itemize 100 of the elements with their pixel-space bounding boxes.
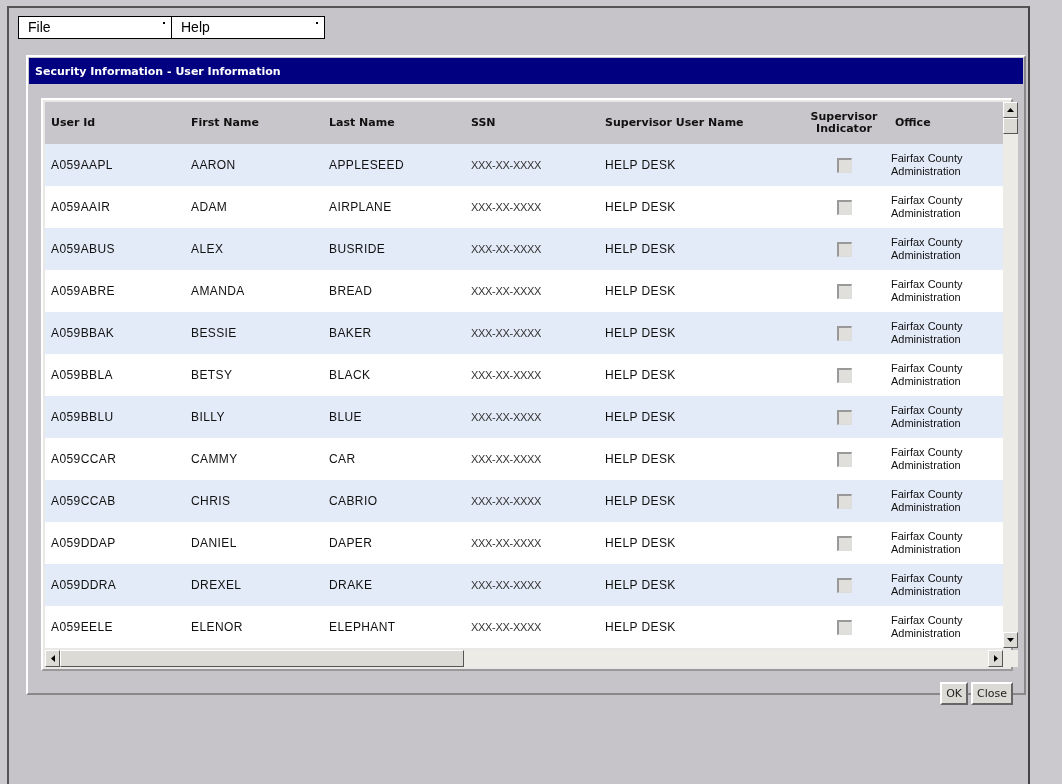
table-cell-text: BLACK [328,368,372,382]
column-header: Supervisor User Name [604,116,745,130]
table-cell-text: XXX-XX-XXXX [470,537,543,549]
table-cell-text: XXX-XX-XXXX [470,621,543,633]
checkbox[interactable] [836,367,852,383]
table-cell-text: XXX-XX-XXXX [470,159,543,171]
table-cell-text: A059AAIR [50,200,112,214]
table-cell-text: HELP DESK [604,242,677,256]
table-cell-text: A059AAPL [50,158,114,172]
table-cell-text: XXX-XX-XXXX [470,243,543,255]
table-cell-text: DAPER [328,536,374,550]
table-cell-text: AARON [190,158,237,172]
table-cell-text: CABRIO [328,494,379,508]
table-cell-text: ALEX [190,242,225,256]
down-arrow-icon [1007,638,1014,642]
table-cell-text: HELP DESK [604,452,677,466]
table-cell-text: HELP DESK [604,620,677,634]
table-cell-text: XXX-XX-XXXX [470,411,543,423]
left-arrow-icon [50,655,55,662]
scroll-thumb[interactable] [60,650,464,667]
table-cell-text: XXX-XX-XXXX [470,201,543,213]
menu[interactable]: Help [171,16,325,39]
table-cell-text: HELP DESK [604,578,677,592]
table-cell-text: A059BBLA [50,368,114,382]
table-cell-text: XXX-XX-XXXX [470,369,543,381]
table-cell-text: DANIEL [190,536,238,550]
checkbox[interactable] [836,283,852,299]
table-cell-text: AIRPLANE [328,200,393,214]
table-cell-text: XXX-XX-XXXX [470,327,543,339]
table-cell-text: HELP DESK [604,326,677,340]
table-cell-text: CHRIS [190,494,232,508]
table-cell-text: ELEPHANT [328,620,397,634]
table-cell-text: A059EELE [50,620,114,634]
checkbox[interactable] [836,199,852,215]
vertical-scrollbar[interactable] [1003,102,1018,648]
checkbox[interactable] [836,325,852,341]
column-header: Supervisor Indicator [809,110,879,136]
up-arrow-icon [1007,108,1014,112]
checkbox[interactable] [836,409,852,425]
checkbox[interactable] [836,577,852,593]
table-cell-text: Fairfax County Administration [890,361,964,389]
table-cell-text: CAR [328,452,357,466]
table-cell-text: BETSY [190,368,234,382]
table-cell-text: A059CCAR [50,452,118,466]
table-cell-text: BREAD [328,284,374,298]
table-cell-text: HELP DESK [604,200,677,214]
table-cell-text: DREXEL [190,578,243,592]
column-header: Last Name [328,116,396,130]
column-header: Office [894,116,932,130]
table-cell-text: HELP DESK [604,410,677,424]
dialog-title: Security Information - User Information [29,58,1023,84]
table-cell-text: Fairfax County Administration [890,613,964,641]
checkbox[interactable] [836,157,852,173]
table-cell-text: ELENOR [190,620,244,634]
table-cell-text: ADAM [190,200,229,214]
table-cell-text: HELP DESK [604,284,677,298]
table-cell-text: A059CCAB [50,494,117,508]
menu[interactable]: File [18,16,172,39]
checkbox[interactable] [836,451,852,467]
table-cell-text: XXX-XX-XXXX [470,285,543,297]
table-cell-text: BLUE [328,410,363,424]
checkbox[interactable] [836,535,852,551]
scroll-up-button[interactable] [1003,102,1018,118]
table-cell-text: Fairfax County Administration [890,529,964,557]
table-cell-text: HELP DESK [604,536,677,550]
scroll-right-button[interactable] [988,650,1003,667]
checkbox[interactable] [836,241,852,257]
table-cell-text: Fairfax County Administration [890,319,964,347]
table-cell-text: Fairfax County Administration [890,277,964,305]
column-header: SSN [470,116,497,130]
scroll-left-button[interactable] [45,650,60,667]
table-cell-text: Fairfax County Administration [890,403,964,431]
table-cell-text: CAMMY [190,452,239,466]
table-cell-text: APPLESEED [328,158,405,172]
ok-button[interactable]: OK [940,682,969,705]
table-cell-text: HELP DESK [604,368,677,382]
table-cell-text: BILLY [190,410,226,424]
table-cell-text: Fairfax County Administration [890,151,964,179]
table-cell-text: BAKER [328,326,373,340]
column-header: First Name [190,116,260,130]
checkbox[interactable] [836,493,852,509]
right-arrow-icon [993,655,998,662]
table-cell-text: A059ABUS [50,242,116,256]
table-cell-text: Fairfax County Administration [890,487,964,515]
table-cell-text: XXX-XX-XXXX [470,579,543,591]
checkbox[interactable] [836,619,852,635]
table-cell-text: XXX-XX-XXXX [470,495,543,507]
table-cell-text: BESSIE [190,326,238,340]
table-cell-text: A059BBAK [50,326,116,340]
close-button[interactable]: Close [971,682,1013,705]
scroll-down-button[interactable] [1003,632,1018,648]
table-cell-text: Fairfax County Administration [890,571,964,599]
table-cell-text: Fairfax County Administration [890,235,964,263]
table-cell-text: Fairfax County Administration [890,193,964,221]
table-cell-text: A059BBLU [50,410,115,424]
table-cell-text: A059DDRA [50,578,118,592]
scroll-thumb[interactable] [1003,118,1018,134]
table-cell-text: HELP DESK [604,158,677,172]
table-cell-text: Fairfax County Administration [890,445,964,473]
table-cell-text: BUSRIDE [328,242,387,256]
